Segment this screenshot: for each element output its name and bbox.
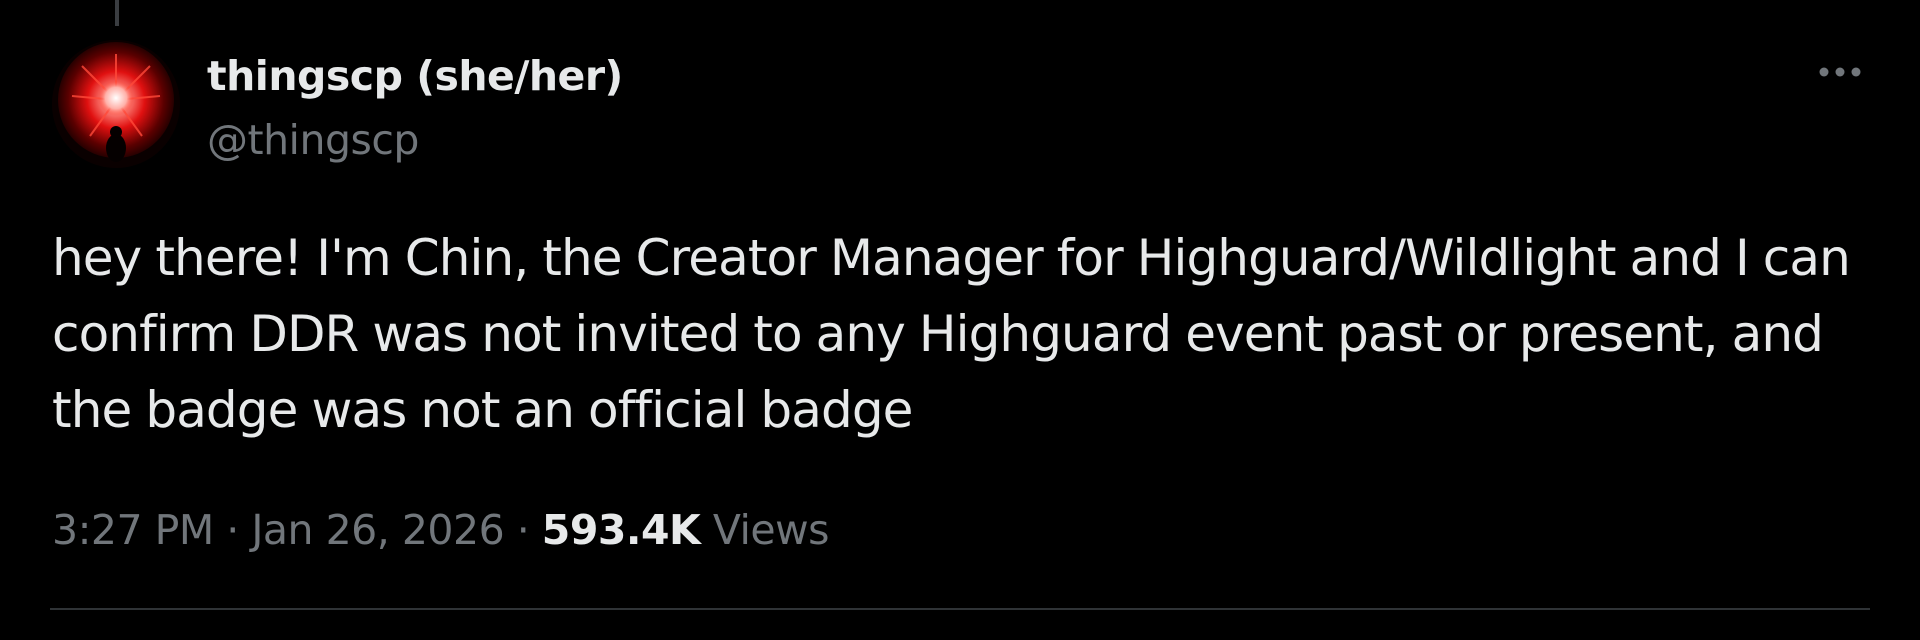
red-burst-avatar-icon xyxy=(52,40,180,168)
post-timestamp[interactable]: 3:27 PM · Jan 26, 2026 xyxy=(52,506,505,554)
post-text: hey there! I'm Chin, the Creator Manager… xyxy=(52,220,1882,448)
views-label: Views xyxy=(712,506,830,554)
post-text-line: confirm DDR was not invited to any Highg… xyxy=(52,305,1824,363)
views-link[interactable]: 593.4K Views xyxy=(541,506,830,554)
meta-separator: · xyxy=(516,506,530,554)
meta-separator: · xyxy=(226,506,239,554)
more-options-button[interactable] xyxy=(1810,52,1870,92)
post-text-line: the badge was not an official badge xyxy=(52,381,913,439)
more-horizontal-icon xyxy=(1819,67,1861,77)
author-handle[interactable]: @thingscp xyxy=(207,114,419,166)
author-display-name[interactable]: thingscp (she/her) xyxy=(207,50,623,102)
post-time: 3:27 PM xyxy=(52,506,214,554)
post-text-line: hey there! I'm Chin, the Creator Manager… xyxy=(52,229,1851,287)
thread-connector-line xyxy=(115,0,119,26)
views-count: 593.4K xyxy=(541,506,701,554)
divider xyxy=(50,608,1870,610)
post-date: Jan 26, 2026 xyxy=(251,506,505,554)
avatar[interactable] xyxy=(52,40,180,168)
post-metadata: 3:27 PM · Jan 26, 2026 · 593.4K Views xyxy=(52,502,829,558)
